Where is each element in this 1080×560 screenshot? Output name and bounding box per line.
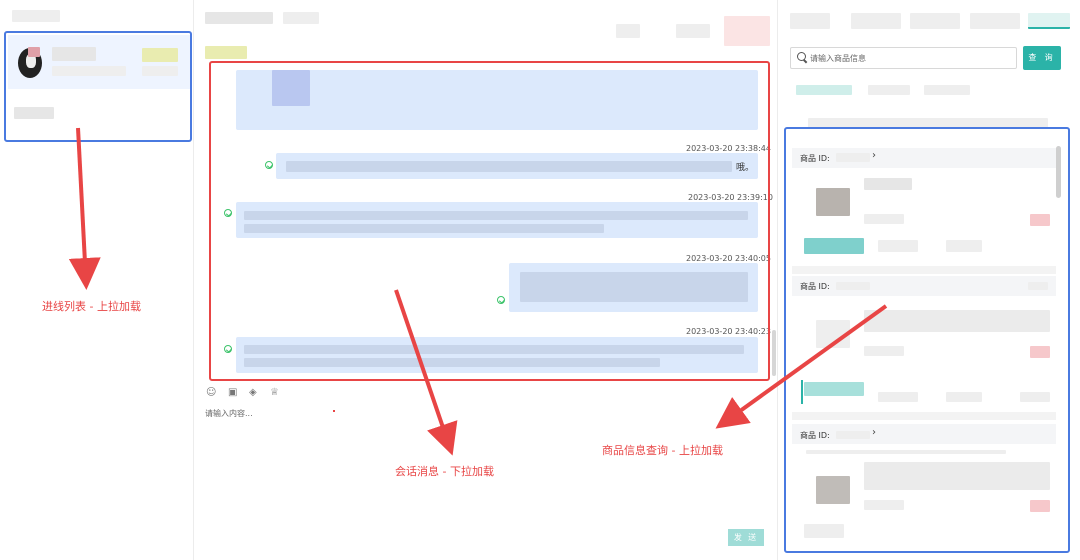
arrow-product-list	[715, 304, 888, 429]
chat-workbench: 2023-03-20 23:38:44 哦。 2023-03-20 23:39:…	[0, 0, 1080, 560]
arrow-conversation-list	[68, 127, 101, 290]
annotation-chat-messages: 会话消息 - 下拉加载	[395, 465, 494, 478]
annotation-arrows	[68, 127, 888, 456]
arrow-chat-messages	[394, 289, 458, 456]
annotation-conversation-list: 进线列表 - 上拉加载	[42, 300, 141, 313]
annotation-product-list: 商品信息查询 - 上拉加载	[602, 444, 723, 457]
